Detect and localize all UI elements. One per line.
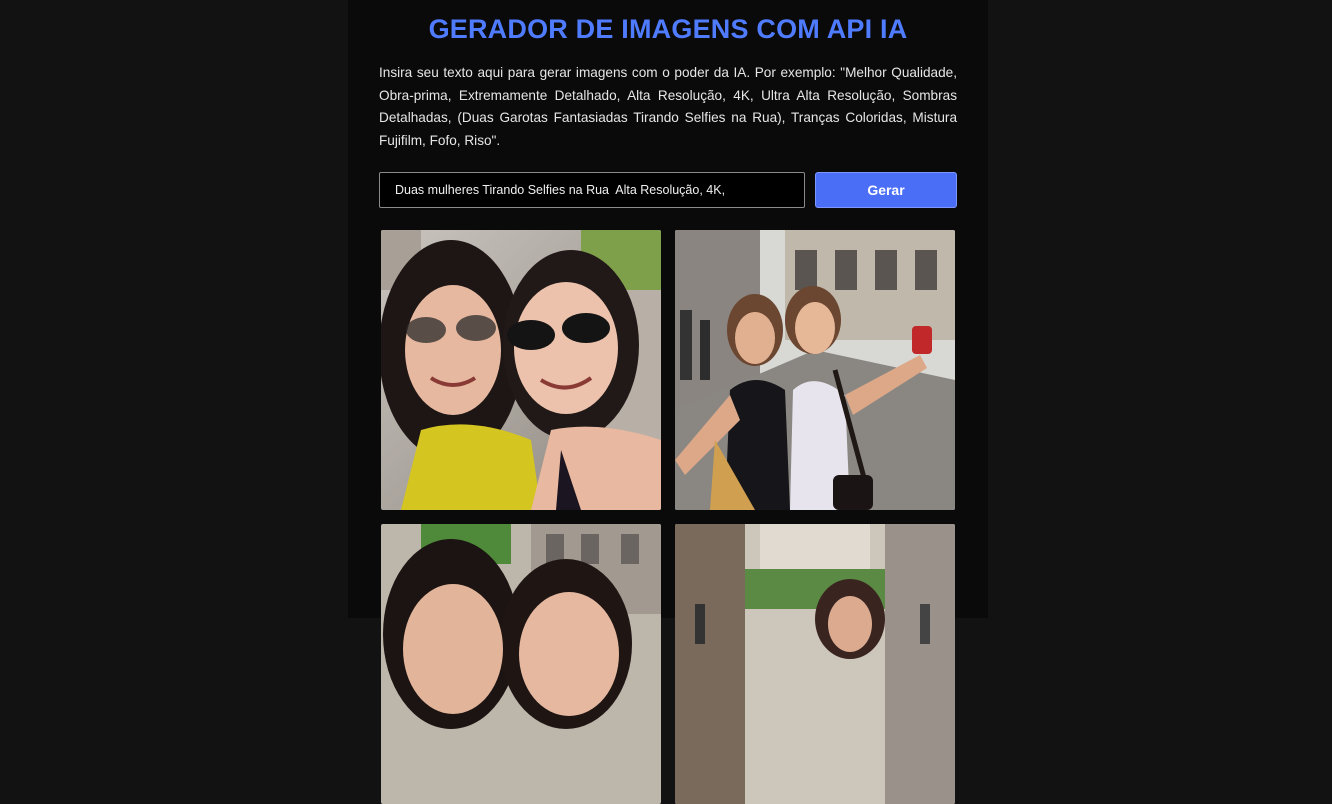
main-panel: GERADOR DE IMAGENS COM API IA Insira seu… [348,0,988,804]
prompt-input[interactable] [379,172,805,208]
generated-image-4[interactable] [675,524,955,804]
generated-image-2[interactable] [675,230,955,510]
generated-image-1-picture [381,230,661,510]
generated-image-3-picture [381,524,661,804]
generate-button[interactable]: Gerar [815,172,957,208]
generated-image-4-picture [675,524,955,804]
generated-image-2-picture [675,230,955,510]
generated-image-1[interactable] [381,230,661,510]
page-title: GERADOR DE IMAGENS COM API IA [428,14,908,44]
instructions-text: Insira seu texto aqui para gerar imagens… [379,65,957,148]
generated-image-3[interactable] [381,524,661,804]
